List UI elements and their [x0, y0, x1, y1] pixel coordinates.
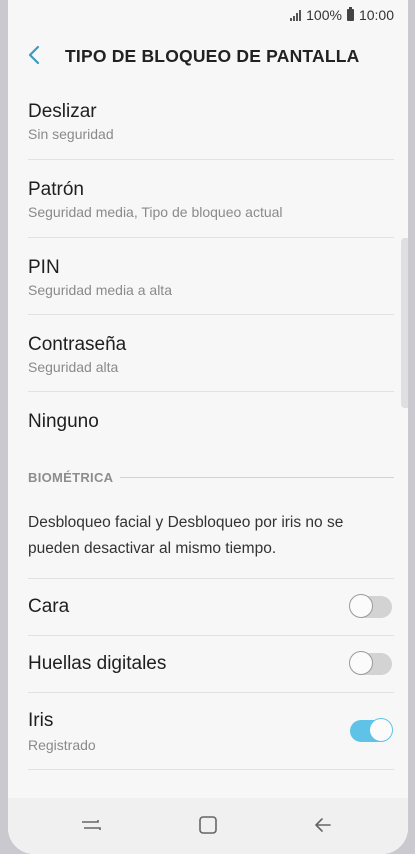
option-description: Seguridad alta	[28, 359, 119, 375]
back-arrow-icon[interactable]	[22, 42, 48, 68]
biometric-description: Registrado	[28, 737, 96, 753]
option-label: Contraseña	[28, 334, 127, 355]
option-label: Ninguno	[28, 411, 99, 432]
toggle-knob	[349, 594, 373, 618]
lock-option-pin[interactable]: PIN Seguridad media a alta	[28, 238, 394, 315]
cara-toggle[interactable]	[349, 594, 392, 618]
status-time: 10:00	[358, 7, 394, 23]
biometrics-section-header: BIOMÉTRICA	[28, 469, 394, 487]
option-description: Seguridad media a alta	[28, 282, 172, 298]
toggle-knob	[369, 718, 393, 742]
huellas-toggle[interactable]	[349, 651, 392, 675]
scrollbar[interactable]	[401, 238, 408, 408]
page-title: TIPO DE BLOQUEO DE PANTALLA	[65, 46, 360, 66]
battery-percent: 100%	[306, 7, 342, 23]
biometric-row-iris[interactable]: Iris Registrado	[28, 693, 394, 770]
screen: 100% 10:00 TIPO DE BLOQUEO DE PANTALLA D…	[8, 0, 408, 854]
biometrics-info-text: Desbloqueo facial y Desbloqueo por iris …	[28, 514, 344, 557]
lock-option-contrasena[interactable]: Contraseña Seguridad alta	[28, 315, 394, 392]
home-icon[interactable]	[195, 812, 221, 838]
battery-icon	[346, 7, 354, 21]
back-icon[interactable]	[310, 812, 336, 838]
biometric-label: Iris	[28, 710, 54, 731]
app-header: TIPO DE BLOQUEO DE PANTALLA	[8, 30, 408, 82]
biometric-label: Huellas digitales	[28, 653, 167, 674]
navigation-bar	[8, 798, 408, 854]
option-description: Sin seguridad	[28, 126, 114, 142]
lock-option-patron[interactable]: Patrón Seguridad media, Tipo de bloqueo …	[28, 160, 394, 238]
biometric-row-cara[interactable]: Cara	[28, 579, 394, 636]
option-label: Patrón	[28, 179, 84, 200]
status-bar: 100% 10:00	[8, 0, 408, 30]
iris-toggle[interactable]	[350, 718, 393, 742]
signal-icon	[290, 9, 302, 21]
biometric-row-huellas[interactable]: Huellas digitales	[28, 636, 394, 693]
section-title: BIOMÉTRICA	[28, 470, 114, 485]
lock-option-ninguno[interactable]: Ninguno	[28, 392, 394, 454]
lock-option-deslizar[interactable]: Deslizar Sin seguridad	[28, 82, 394, 160]
toggle-knob	[349, 651, 373, 675]
biometric-label: Cara	[28, 596, 70, 617]
option-description: Seguridad media, Tipo de bloqueo actual	[28, 204, 283, 220]
section-divider	[120, 477, 394, 478]
recent-apps-icon[interactable]	[78, 812, 104, 838]
option-label: Deslizar	[28, 101, 97, 122]
option-label: PIN	[28, 257, 60, 278]
